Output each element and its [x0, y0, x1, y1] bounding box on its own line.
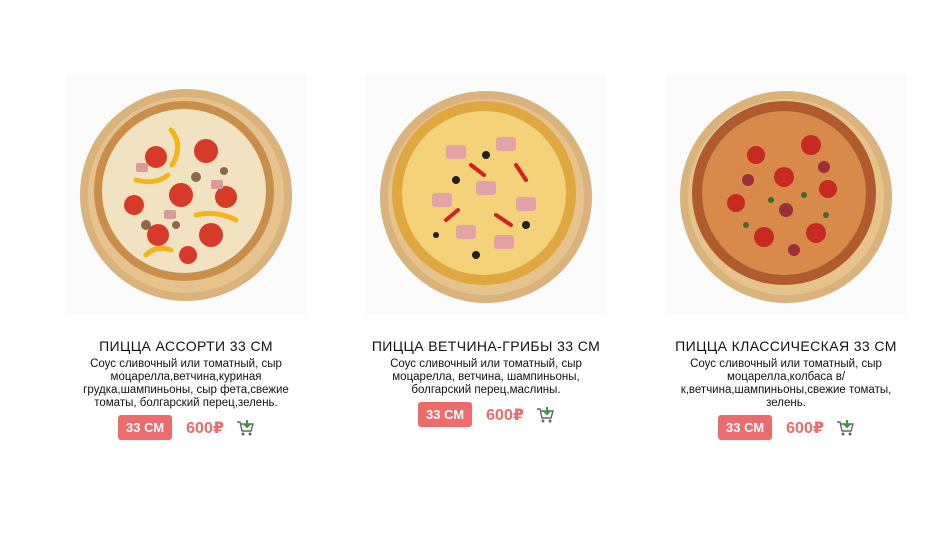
- pizza-ham-mushroom-image: [380, 91, 592, 303]
- product-description: Соус сливочный или томатный, сыр моцарел…: [83, 358, 289, 409]
- size-33-button[interactable]: 33 СМ: [418, 402, 473, 427]
- product-image[interactable]: [66, 75, 306, 315]
- product-card: ПИЦЦА КЛАССИЧЕСКАЯ 33 СМ Соус сливочный …: [636, 75, 932, 440]
- product-title[interactable]: ПИЦЦА КЛАССИЧЕСКАЯ 33 СМ: [675, 338, 897, 354]
- product-description: Соус сливочный или томатный, сыр моцарел…: [390, 358, 582, 396]
- buy-row: 33 СМ 600₽: [118, 415, 254, 440]
- price: 600₽: [486, 406, 524, 424]
- product-card: ПИЦЦА ВЕТЧИНА-ГРИБЫ 33 СМ Соус сливочный…: [336, 75, 636, 427]
- price: 600₽: [186, 419, 224, 437]
- size-33-button[interactable]: 33 СМ: [118, 415, 173, 440]
- product-card: ПИЦЦА АССОРТИ 33 СМ Соус сливочный или т…: [36, 75, 336, 440]
- product-image[interactable]: [366, 75, 606, 315]
- pizza-assorti-image: [80, 89, 292, 301]
- price: 600₽: [786, 419, 824, 437]
- add-to-cart-icon[interactable]: [836, 419, 854, 437]
- product-grid: ПИЦЦА АССОРТИ 33 СМ Соус сливочный или т…: [0, 75, 932, 475]
- size-33-button[interactable]: 33 СМ: [718, 415, 773, 440]
- product-title[interactable]: ПИЦЦА АССОРТИ 33 СМ: [99, 338, 273, 354]
- product-title[interactable]: ПИЦЦА ВЕТЧИНА-ГРИБЫ 33 СМ: [372, 338, 600, 354]
- product-description: Соус сливочный или томатный, сыр моцарел…: [680, 358, 892, 409]
- buy-row: 33 СМ 600₽: [418, 402, 554, 427]
- pizza-classic-image: [680, 91, 892, 303]
- add-to-cart-icon[interactable]: [236, 419, 254, 437]
- add-to-cart-icon[interactable]: [536, 406, 554, 424]
- buy-row: 33 СМ 600₽: [718, 415, 854, 440]
- product-image[interactable]: [666, 75, 906, 315]
